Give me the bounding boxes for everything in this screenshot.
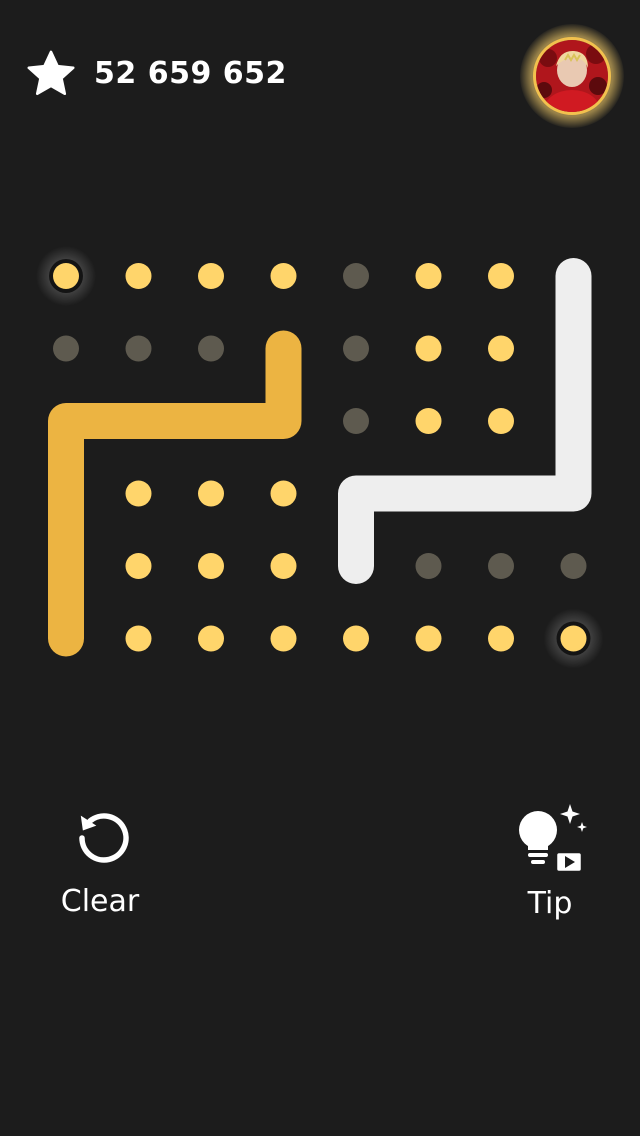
- puzzle-board[interactable]: [0, 230, 640, 690]
- tip-label: Tip: [527, 886, 573, 921]
- clear-label: Clear: [60, 884, 140, 919]
- inactive-dot[interactable]: [488, 553, 514, 579]
- avatar-image: [536, 40, 608, 112]
- header: 52 659 652: [0, 0, 640, 150]
- grid-dot[interactable]: [198, 480, 224, 507]
- inactive-dot[interactable]: [560, 553, 587, 579]
- grid-dot[interactable]: [270, 553, 297, 579]
- clear-button[interactable]: Clear: [50, 800, 150, 930]
- grid-dot[interactable]: [488, 335, 514, 362]
- grid-dot[interactable]: [125, 480, 152, 507]
- white-path[interactable]: [338, 258, 592, 584]
- grid-dot[interactable]: [198, 625, 224, 652]
- gold-path[interactable]: [48, 330, 302, 657]
- inactive-dot[interactable]: [125, 335, 152, 362]
- inactive-dot[interactable]: [53, 335, 79, 362]
- inactive-dot[interactable]: [343, 408, 369, 434]
- grid-dot[interactable]: [415, 263, 442, 289]
- endpoint-dot[interactable]: [53, 263, 79, 289]
- score-counter: 52 659 652: [94, 56, 287, 91]
- grid-dot[interactable]: [415, 625, 442, 652]
- endpoint-dot[interactable]: [560, 625, 587, 652]
- grid-dot[interactable]: [488, 625, 514, 652]
- tip-button[interactable]: Tip: [502, 800, 598, 930]
- star-icon: [27, 50, 75, 96]
- grid-dot[interactable]: [198, 263, 224, 289]
- inactive-dot[interactable]: [415, 553, 442, 579]
- grid-dot[interactable]: [488, 408, 514, 434]
- grid-dot[interactable]: [270, 480, 297, 507]
- grid-dot[interactable]: [125, 625, 152, 652]
- inactive-dot[interactable]: [198, 335, 224, 362]
- grid-dot[interactable]: [415, 408, 442, 434]
- grid-dot[interactable]: [125, 553, 152, 579]
- grid-dot[interactable]: [270, 263, 297, 289]
- profile-avatar[interactable]: [533, 37, 611, 115]
- restart-icon: [79, 813, 129, 863]
- grid-dot[interactable]: [125, 263, 152, 289]
- grid-dot[interactable]: [415, 335, 442, 362]
- grid-dot[interactable]: [198, 553, 224, 579]
- grid-dot[interactable]: [270, 625, 297, 652]
- inactive-dot[interactable]: [343, 263, 369, 289]
- inactive-dot[interactable]: [343, 335, 369, 362]
- grid-dot[interactable]: [488, 263, 514, 289]
- lightbulb-video-icon: [519, 804, 587, 874]
- grid-dot[interactable]: [343, 625, 369, 652]
